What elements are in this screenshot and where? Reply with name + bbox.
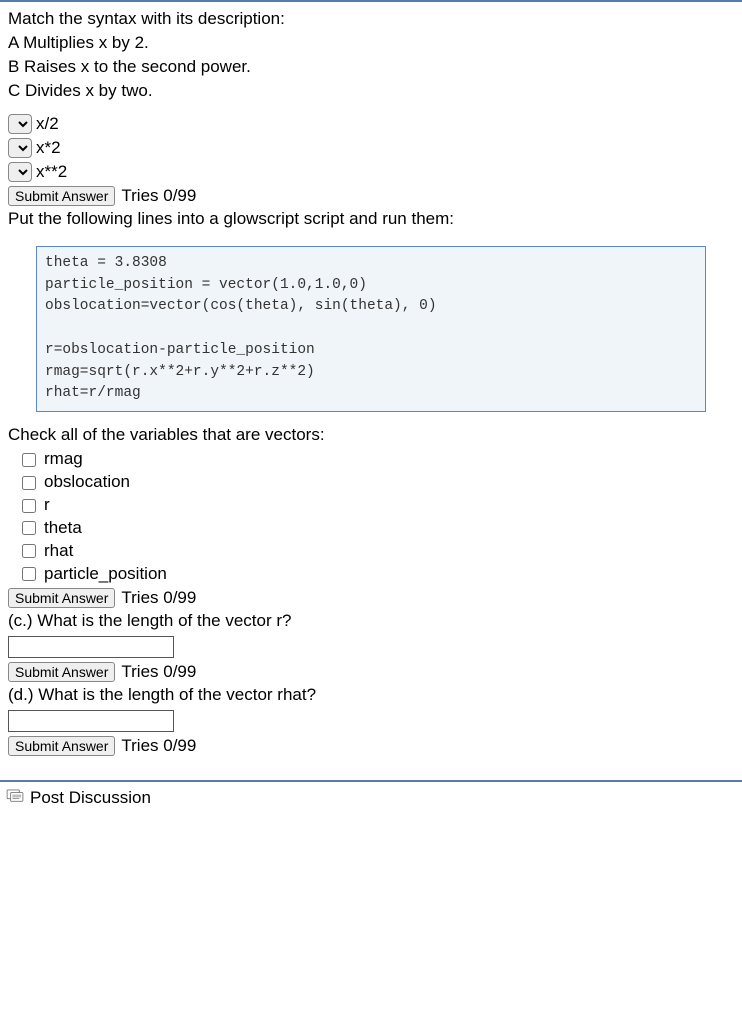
vector-label-theta: theta xyxy=(44,517,82,540)
code-block: theta = 3.8308 particle_position = vecto… xyxy=(36,246,706,412)
match-item-2: x*2 xyxy=(36,136,61,160)
discussion-icon xyxy=(6,788,24,808)
vector-checkbox-rhat[interactable] xyxy=(22,544,36,558)
vector-label-rmag: rmag xyxy=(44,448,83,471)
tries-match: Tries 0/99 xyxy=(121,186,196,206)
q-c-prompt: (c.) What is the length of the vector r? xyxy=(8,610,734,632)
vector-label-obslocation: obslocation xyxy=(44,471,130,494)
submit-c-button[interactable]: Submit Answer xyxy=(8,662,115,682)
vector-checkbox-rmag[interactable] xyxy=(22,453,36,467)
q-d-prompt: (d.) What is the length of the vector rh… xyxy=(8,684,734,706)
vector-label-particle_position: particle_position xyxy=(44,563,167,586)
submit-match-button[interactable]: Submit Answer xyxy=(8,186,115,206)
vector-label-r: r xyxy=(44,494,50,517)
vectors-prompt: Check all of the variables that are vect… xyxy=(8,424,734,446)
vector-label-rhat: rhat xyxy=(44,540,73,563)
match-item-3: x**2 xyxy=(36,160,67,184)
match-item-1: x/2 xyxy=(36,112,59,136)
q-d-input[interactable] xyxy=(8,710,174,732)
match-desc-c: C Divides x by two. xyxy=(8,80,734,102)
match-select-1[interactable] xyxy=(8,114,32,134)
vector-checkbox-particle_position[interactable] xyxy=(22,567,36,581)
q-c-input[interactable] xyxy=(8,636,174,658)
match-desc-b: B Raises x to the second power. xyxy=(8,56,734,78)
submit-vectors-button[interactable]: Submit Answer xyxy=(8,588,115,608)
match-select-2[interactable] xyxy=(8,138,32,158)
match-prompt: Match the syntax with its description: xyxy=(8,8,734,30)
match-select-3[interactable] xyxy=(8,162,32,182)
glow-prompt: Put the following lines into a glowscrip… xyxy=(8,208,734,230)
match-desc-a: A Multiplies x by 2. xyxy=(8,32,734,54)
vector-checkbox-obslocation[interactable] xyxy=(22,476,36,490)
tries-d: Tries 0/99 xyxy=(121,736,196,756)
vector-checkbox-r[interactable] xyxy=(22,499,36,513)
vector-checkbox-theta[interactable] xyxy=(22,521,36,535)
tries-c: Tries 0/99 xyxy=(121,662,196,682)
tries-vectors: Tries 0/99 xyxy=(121,588,196,608)
submit-d-button[interactable]: Submit Answer xyxy=(8,736,115,756)
post-discussion-link[interactable]: Post Discussion xyxy=(30,788,151,808)
